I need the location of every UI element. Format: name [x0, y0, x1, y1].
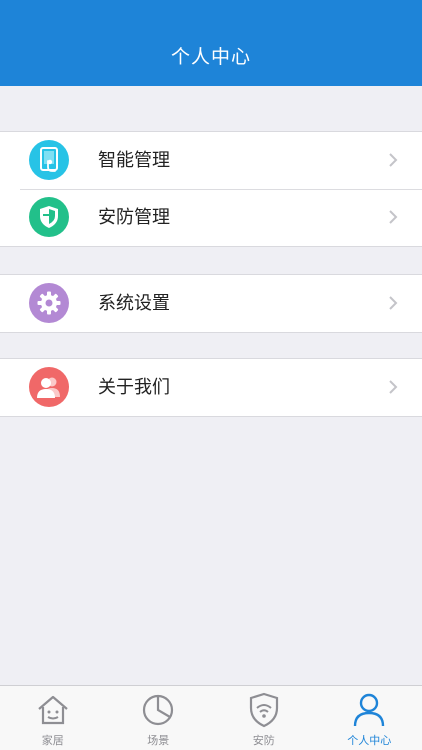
tab-security[interactable]: 安防 [211, 686, 317, 750]
person-icon [354, 693, 385, 727]
menu-group-about: 关于我们 [0, 358, 422, 417]
chevron-right-icon [389, 380, 398, 394]
menu-group-settings: 系统设置 [0, 274, 422, 333]
shield-check-icon [29, 197, 69, 237]
tab-label: 场景 [147, 734, 170, 747]
menu-item-security-management[interactable]: 安防管理 [0, 189, 422, 246]
gear-icon [29, 283, 69, 323]
menu-item-about-us[interactable]: 关于我们 [0, 359, 422, 416]
tab-label: 个人中心 [347, 734, 392, 747]
tab-label: 家居 [41, 734, 64, 747]
home-icon [38, 695, 68, 725]
menu-item-label: 关于我们 [98, 377, 170, 398]
shield-wifi-icon [249, 692, 278, 728]
tablet-touch-icon [29, 140, 69, 180]
tab-bar: 家居 场景 安防 个人中心 [0, 685, 422, 750]
users-icon [29, 367, 69, 407]
menu-item-system-settings[interactable]: 系统设置 [0, 275, 422, 332]
menu-item-label: 智能管理 [98, 150, 170, 171]
pie-chart-icon [143, 694, 174, 726]
tab-scene[interactable]: 场景 [106, 686, 212, 750]
nav-header: 个人中心 [0, 0, 422, 86]
tab-label: 安防 [252, 734, 275, 747]
chevron-right-icon [389, 296, 398, 310]
menu-group-management: 智能管理 安防管理 [0, 131, 422, 247]
menu-item-label: 安防管理 [98, 207, 170, 228]
chevron-right-icon [389, 153, 398, 167]
tab-home[interactable]: 家居 [0, 686, 106, 750]
tab-personal-center[interactable]: 个人中心 [317, 686, 422, 750]
chevron-right-icon [389, 210, 398, 224]
menu-item-smart-management[interactable]: 智能管理 [0, 132, 422, 189]
page-title: 个人中心 [170, 46, 251, 68]
menu-item-label: 系统设置 [98, 293, 170, 314]
